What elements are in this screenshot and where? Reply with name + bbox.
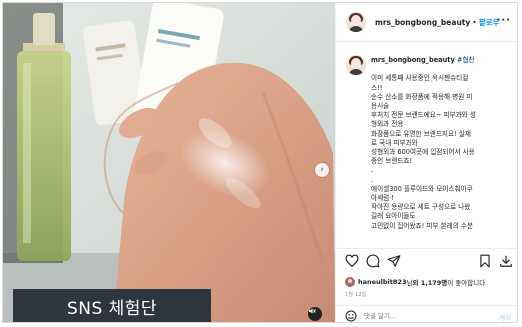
download-icon[interactable] xyxy=(499,254,513,268)
caption-line: 형외과 전용 xyxy=(371,120,404,129)
mute-toggle-button[interactable] xyxy=(308,307,322,321)
send-icon[interactable] xyxy=(387,254,401,268)
caption-line: . xyxy=(371,175,374,184)
caption-line: 아세럼 ! xyxy=(371,194,394,203)
liked-by-summary: haneulbit823 님 외 1,179명 이 좋아합니다 xyxy=(345,277,515,287)
action-icon-row xyxy=(345,254,513,270)
caption-line: 로 국내 피부과와 xyxy=(371,138,418,147)
header-username-link[interactable]: mrs_bongbong_beauty xyxy=(375,18,470,27)
caption-line: 이미 세통째 사용중인 옥시젠슈티컬 xyxy=(371,74,469,83)
next-image-button[interactable]: › xyxy=(315,163,329,177)
bookmark-icon[interactable] xyxy=(478,254,492,268)
caption-line: 화장품으로 유명한 브랜드지요! 실제 xyxy=(371,129,471,138)
liker-username-link[interactable]: haneulbit823 xyxy=(358,278,406,286)
post-caption: mrs_bongbong_beauty #협찬 이미 세통째 사용중인 옥시젠슈… xyxy=(371,56,506,231)
banner-text: SNS 체험단 xyxy=(66,299,158,319)
caption-line: 길래 요아이들도 xyxy=(371,212,416,221)
post-actions: haneulbit823 님 외 1,179명 이 좋아합니다 1월 12일 게… xyxy=(336,248,517,322)
caption-line: 성형외과 600여곳에 입점되어서 사용 xyxy=(371,148,475,157)
caption-line: 고민없이 집어왔죠! 피부 본래의 수분 xyxy=(371,221,474,230)
hashtag-link[interactable]: #협찬 xyxy=(457,56,475,64)
liked-by-tail: 이 좋아합니다 xyxy=(447,279,486,287)
caption-line: 중인 브랜드죠! xyxy=(371,157,413,166)
caption-username-link[interactable]: mrs_bongbong_beauty xyxy=(371,56,455,64)
sns-review-banner: SNS 체험단 xyxy=(13,289,211,322)
header-separator: • xyxy=(472,17,477,27)
more-options-icon[interactable]: ··· xyxy=(497,15,511,26)
comment-input[interactable] xyxy=(364,309,484,322)
caption-line: 순수 산소를 화장품에 적용해 병원 미 xyxy=(371,92,473,101)
caption-line: 에이셀300 플루이드와 모이스춰아쿠 xyxy=(371,184,473,193)
post-side-panel: mrs_bongbong_beauty • 팔로우 ··· mrs_bongbo… xyxy=(335,3,517,322)
instagram-post-window: › SNS 체험단 mrs_bongbong_beauty • 팔로우 ··· xyxy=(2,2,518,323)
post-date[interactable]: 1월 12일 xyxy=(345,291,367,298)
caption-line: 스!! xyxy=(371,83,383,92)
post-photo xyxy=(3,3,335,322)
liker-avatar[interactable] xyxy=(345,277,355,287)
comment-icon[interactable] xyxy=(366,254,380,268)
comments-scroll-area[interactable]: mrs_bongbong_beauty #협찬 이미 세통째 사용중인 옥시젠슈… xyxy=(336,42,517,247)
post-comment-button[interactable]: 게시 xyxy=(499,312,511,322)
post-header: mrs_bongbong_beauty • 팔로우 ··· xyxy=(336,3,517,42)
caption-line: 용시술 xyxy=(371,102,390,111)
speaker-muted-icon xyxy=(309,308,316,314)
post-media[interactable]: › SNS 체험단 xyxy=(3,3,335,322)
add-comment-bar: 게시 xyxy=(336,305,517,322)
avatar[interactable] xyxy=(346,12,366,32)
heart-icon[interactable] xyxy=(345,254,359,268)
likes-count-link[interactable]: 외 1,179명 xyxy=(412,277,447,287)
caption-line: . xyxy=(371,166,374,175)
caption-avatar[interactable] xyxy=(346,55,366,75)
smile-icon[interactable] xyxy=(345,310,357,322)
chevron-right-icon: › xyxy=(320,164,324,175)
